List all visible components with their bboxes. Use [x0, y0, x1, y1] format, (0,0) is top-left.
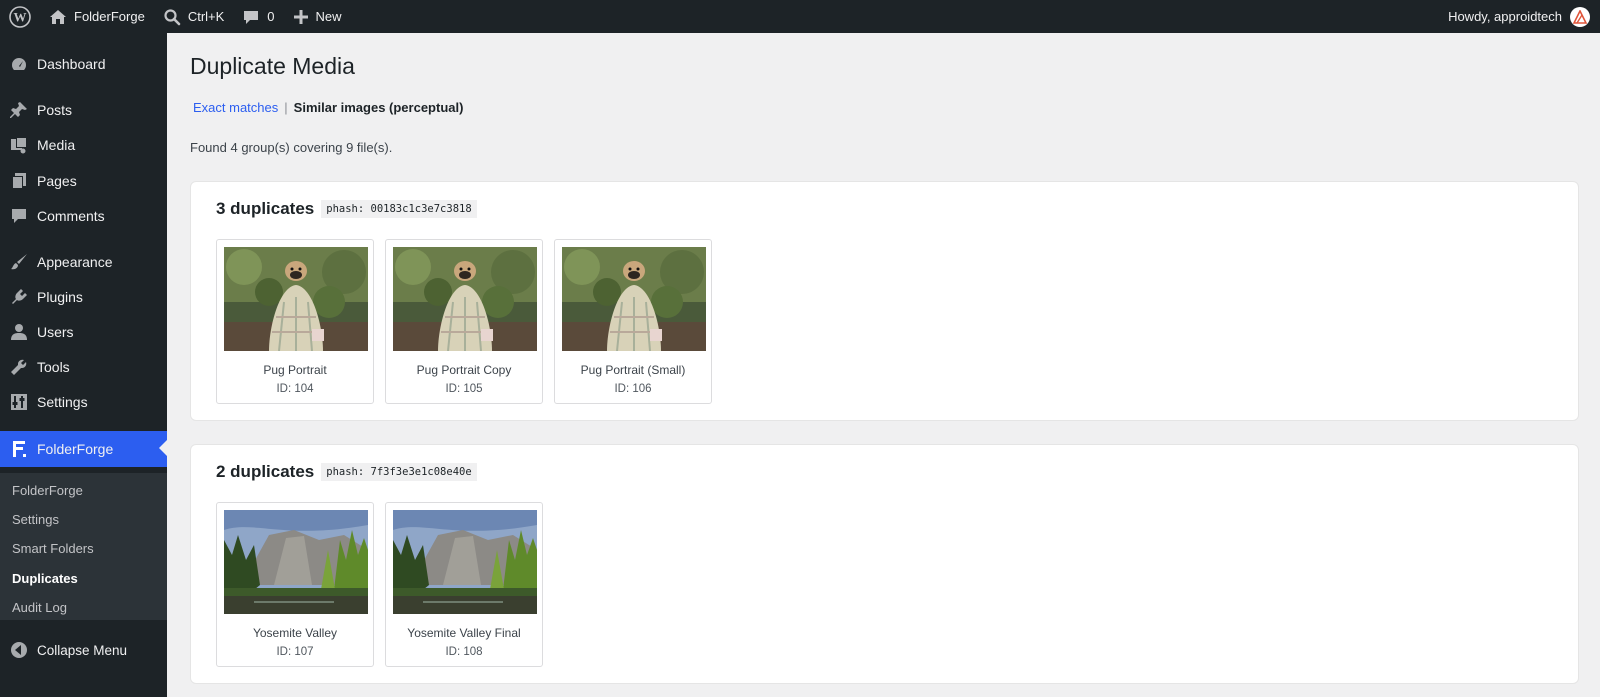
media-card[interactable]: Pug Portrait ID: 104	[216, 239, 374, 404]
media-id: ID: 104	[276, 383, 314, 395]
search-shortcut-label: Ctrl+K	[187, 9, 225, 24]
active-indicator	[159, 440, 167, 456]
duplicate-group: 2 duplicates phash: 7f3f3e3e1c08e40e Yos…	[190, 444, 1579, 684]
sidebar-item-plugins[interactable]: Plugins	[0, 280, 167, 314]
group-title: 2 duplicates	[216, 462, 315, 481]
collapse-arrow-icon	[0, 641, 37, 659]
folderforge-f-icon	[0, 440, 37, 458]
user-account-menu[interactable]: Howdy, approidtech	[1448, 6, 1600, 27]
sidebar-item-settings[interactable]: Settings	[0, 385, 167, 419]
comments-count: 0	[267, 9, 275, 24]
media-id: ID: 105	[445, 383, 483, 395]
media-title: Yosemite Valley Final	[407, 626, 521, 640]
site-name: FolderForge	[74, 9, 145, 24]
media-title: Pug Portrait Copy	[416, 363, 512, 377]
media-title: Pug Portrait	[263, 363, 327, 377]
group-title: 3 duplicates	[216, 199, 315, 218]
folderforge-submenu: FolderForge Settings Smart Folders Dupli…	[0, 473, 167, 620]
tab-exact-matches[interactable]: Exact matches	[193, 100, 278, 115]
search-shortcut[interactable]: Ctrl+K	[154, 0, 233, 33]
sidebar-item-tools[interactable]: Tools	[0, 350, 167, 384]
submenu-item-audit-log[interactable]: Audit Log	[12, 600, 67, 615]
brush-icon	[0, 253, 37, 271]
pin-icon	[0, 101, 37, 119]
site-name-link[interactable]: FolderForge	[40, 0, 154, 33]
submenu-item-folderforge[interactable]: FolderForge	[12, 483, 83, 498]
user-icon	[0, 323, 37, 341]
greeting: Howdy, approidtech	[1448, 9, 1562, 24]
search-icon	[164, 8, 181, 25]
avatar	[1570, 6, 1590, 27]
sliders-icon	[0, 393, 37, 411]
sidebar-item-users[interactable]: Users	[0, 315, 167, 349]
media-title: Pug Portrait (Small)	[580, 363, 686, 377]
submenu-item-duplicates[interactable]: Duplicates	[12, 571, 78, 586]
tab-similar-images[interactable]: Similar images (perceptual)	[294, 100, 464, 115]
dashboard-icon	[0, 55, 37, 73]
pug-thumbnail	[562, 247, 706, 351]
sidebar-item-media[interactable]: Media	[0, 128, 167, 162]
sidebar-item-folderforge[interactable]: FolderForge	[0, 431, 167, 467]
tab-separator: |	[284, 100, 288, 115]
sidebar-item-pages[interactable]: Pages	[0, 164, 167, 198]
sidebar-item-label: Posts	[37, 102, 73, 118]
submenu-item-smart-folders[interactable]: Smart Folders	[12, 541, 94, 556]
sidebar-item-label: Media	[37, 137, 76, 153]
comment-icon	[0, 207, 37, 225]
plug-icon	[0, 288, 37, 306]
sidebar-item-label: Dashboard	[37, 56, 106, 72]
sidebar-item-appearance[interactable]: Appearance	[0, 245, 167, 279]
media-card[interactable]: Pug Portrait Copy ID: 105	[385, 239, 543, 404]
plus-icon	[293, 9, 308, 24]
pug-thumbnail	[393, 247, 537, 351]
sidebar-item-label: Pages	[37, 173, 77, 189]
home-icon	[50, 9, 66, 24]
comments-link[interactable]: 0	[233, 0, 283, 33]
media-card[interactable]: Yosemite Valley ID: 107	[216, 502, 374, 667]
sidebar-item-label: Appearance	[37, 254, 113, 270]
media-id: ID: 108	[445, 646, 483, 658]
sidebar-item-label: FolderForge	[37, 441, 114, 457]
submenu-item-settings[interactable]: Settings	[12, 512, 59, 527]
sidebar-item-comments[interactable]: Comments	[0, 199, 167, 233]
pages-icon	[0, 172, 37, 190]
view-tabs: Exact matches | Similar images (perceptual…	[193, 100, 463, 115]
new-label: New	[315, 9, 342, 24]
duplicate-group: 3 duplicates phash: 00183c1c3e7c3818 Pug…	[190, 181, 1579, 421]
yosemite-thumbnail	[393, 510, 537, 614]
media-icon	[0, 136, 37, 154]
admin-bar: W FolderForge Ctrl+K 0 New Howdy, approi…	[0, 0, 1600, 33]
group-header: 3 duplicates phash: 00183c1c3e7c3818	[216, 199, 477, 219]
page-title: Duplicate Media	[190, 53, 355, 79]
collapse-menu-label: Collapse Menu	[37, 642, 128, 658]
sidebar-item-posts[interactable]: Posts	[0, 93, 167, 127]
new-content-button[interactable]: New	[284, 0, 351, 33]
media-id: ID: 107	[276, 646, 314, 658]
phash-badge: phash: 7f3f3e3e1c08e40e	[321, 463, 477, 481]
sidebar-item-label: Users	[37, 324, 74, 340]
group-header: 2 duplicates phash: 7f3f3e3e1c08e40e	[216, 462, 477, 482]
sidebar-item-label: Plugins	[37, 289, 83, 305]
admin-sidebar: Dashboard Posts Media Pages Comments App…	[0, 33, 167, 697]
collapse-menu-button[interactable]: Collapse Menu	[0, 633, 167, 667]
wordpress-logo-icon[interactable]: W	[0, 0, 40, 33]
comment-icon	[244, 10, 259, 24]
svg-text:W: W	[14, 9, 27, 24]
results-summary: Found 4 group(s) covering 9 file(s).	[190, 140, 393, 155]
media-card[interactable]: Pug Portrait (Small) ID: 106	[554, 239, 712, 404]
media-title: Yosemite Valley	[252, 626, 338, 640]
sidebar-item-label: Settings	[37, 394, 88, 410]
wrench-icon	[0, 358, 37, 376]
sidebar-item-dashboard[interactable]: Dashboard	[0, 47, 167, 81]
media-id: ID: 106	[614, 383, 652, 395]
pug-thumbnail	[224, 247, 368, 351]
yosemite-thumbnail	[224, 510, 368, 614]
sidebar-item-label: Tools	[37, 359, 70, 375]
phash-badge: phash: 00183c1c3e7c3818	[321, 200, 477, 218]
media-card[interactable]: Yosemite Valley Final ID: 108	[385, 502, 543, 667]
sidebar-item-label: Comments	[37, 208, 105, 224]
